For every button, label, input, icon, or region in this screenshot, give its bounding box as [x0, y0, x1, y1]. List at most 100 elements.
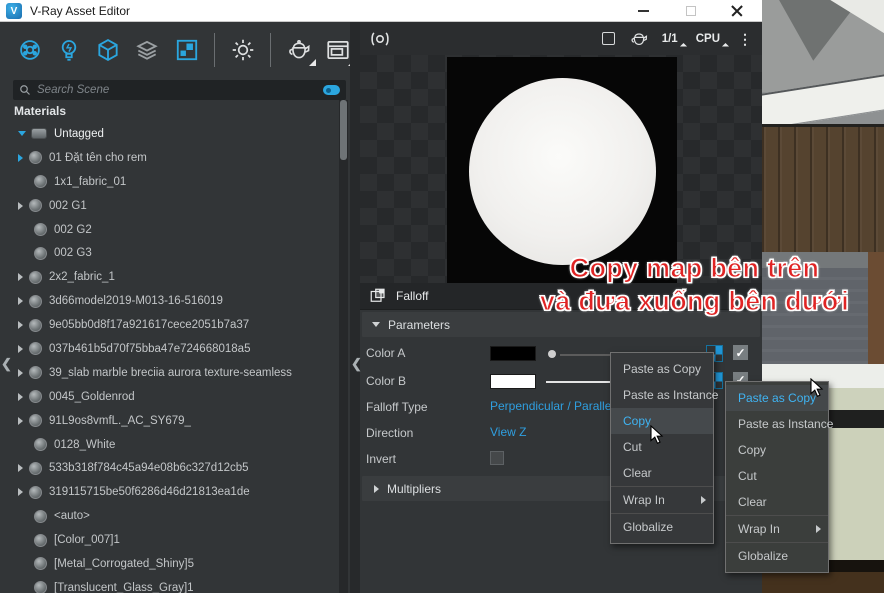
- material-row[interactable]: 39_slab marble breciia aurora texture-se…: [8, 361, 338, 385]
- search-input[interactable]: [31, 84, 323, 96]
- expander-down-icon[interactable]: [18, 131, 26, 136]
- close-icon: [731, 5, 743, 17]
- menu-item-label: Paste as Instance: [623, 388, 718, 402]
- material-row[interactable]: <auto>: [8, 504, 338, 528]
- material-row[interactable]: 9e05bb0d8f17a921617cece2051b7a37: [8, 313, 338, 337]
- scrollbar-thumb[interactable]: [340, 100, 347, 160]
- falloff-preview-swatch[interactable]: [447, 57, 677, 283]
- maximize-button[interactable]: [674, 0, 708, 22]
- menu-item-globalize[interactable]: Globalize: [726, 543, 828, 569]
- close-button[interactable]: [720, 0, 754, 22]
- settings-icon[interactable]: [229, 36, 256, 64]
- menu-item-wrap-in[interactable]: Wrap In: [611, 487, 713, 513]
- expander-right-icon[interactable]: [18, 202, 23, 210]
- material-row[interactable]: 037b461b5d70f75bba47e724668018a5: [8, 337, 338, 361]
- search-bar[interactable]: [13, 80, 346, 100]
- expander-right-icon: [374, 485, 379, 493]
- falloff-title: Falloff: [396, 289, 428, 303]
- material-row[interactable]: 533b318f784c45a94e08b6c327d12cb5: [8, 456, 338, 480]
- collapse-list-chevron-icon[interactable]: ❮: [351, 356, 362, 372]
- search-filter-toggle[interactable]: [323, 85, 340, 95]
- material-row[interactable]: 01 Đặt tên cho rem: [8, 146, 338, 170]
- collapse-left-chevron-icon[interactable]: ❮: [1, 356, 12, 372]
- material-row[interactable]: 3d66model2019-M013-16-516019: [8, 289, 338, 313]
- expander-right-icon[interactable]: [18, 393, 23, 401]
- menu-item-paste-as-instance[interactable]: Paste as Instance: [611, 382, 713, 408]
- material-name: 2x2_fabric_1: [49, 271, 115, 283]
- material-row[interactable]: 1x1_fabric_01: [8, 170, 338, 194]
- expander-right-icon[interactable]: [18, 154, 23, 162]
- expander-right-icon[interactable]: [18, 345, 23, 353]
- material-row[interactable]: 002 G3: [8, 241, 338, 265]
- expander-right-icon[interactable]: [18, 464, 23, 472]
- menu-item-clear[interactable]: Clear: [726, 489, 828, 515]
- color-a-slider-knob[interactable]: [548, 350, 556, 358]
- material-row[interactable]: 91L9os8vmfL._AC_SY679_: [8, 409, 338, 433]
- falloff-type-value[interactable]: Perpendicular / Parallel: [490, 399, 614, 413]
- material-row[interactable]: 2x2_fabric_1: [8, 265, 338, 289]
- sphere-icon: [34, 557, 47, 570]
- frame-buffer-icon[interactable]: [325, 36, 352, 64]
- invert-label: Invert: [366, 452, 396, 466]
- material-row[interactable]: [Translucent_Glass_Gray]1: [8, 576, 338, 593]
- panel-splitter[interactable]: [350, 22, 360, 593]
- material-name: 39_slab marble breciia aurora texture-se…: [49, 367, 292, 379]
- titlebar[interactable]: V V-Ray Asset Editor: [0, 0, 762, 22]
- layers-icon[interactable]: [134, 36, 161, 64]
- material-row[interactable]: 319115715be50f6286d46d21813ea1de: [8, 480, 338, 504]
- material-row[interactable]: 0128_White: [8, 433, 338, 457]
- expander-right-icon[interactable]: [18, 297, 23, 305]
- menu-item-paste-as-copy[interactable]: Paste as Copy: [611, 356, 713, 382]
- minimize-button[interactable]: [626, 0, 660, 22]
- material-row[interactable]: Untagged: [8, 122, 338, 146]
- lights-icon[interactable]: [55, 36, 82, 64]
- materials-scrollbar[interactable]: [339, 100, 348, 593]
- menu-item-paste-as-instance[interactable]: Paste as Instance: [726, 411, 828, 437]
- expander-right-icon[interactable]: [18, 321, 23, 329]
- sphere-icon: [29, 342, 42, 355]
- expander-right-icon[interactable]: [18, 273, 23, 281]
- window-title: V-Ray Asset Editor: [30, 4, 130, 18]
- preview-swatch-icon[interactable]: [602, 32, 615, 45]
- material-row[interactable]: 002 G1: [8, 194, 338, 218]
- color-b-swatch[interactable]: [490, 374, 536, 389]
- kebab-menu-icon[interactable]: ⋮: [738, 34, 752, 44]
- sphere-icon: [29, 414, 42, 427]
- context-menu-1: Paste as CopyPaste as InstanceCopyCutCle…: [610, 352, 714, 544]
- expander-right-icon[interactable]: [18, 488, 23, 496]
- color-a-checkbox[interactable]: ✓: [733, 345, 748, 360]
- menu-item-copy[interactable]: Copy: [726, 437, 828, 463]
- geometries-icon[interactable]: [95, 36, 122, 64]
- render-teapot-icon[interactable]: [285, 36, 312, 64]
- menu-item-label: Wrap In: [738, 522, 780, 536]
- color-a-swatch[interactable]: [490, 346, 536, 361]
- multipliers-label: Multipliers: [387, 482, 441, 496]
- materials-icon[interactable]: [16, 36, 43, 64]
- menu-item-wrap-in[interactable]: Wrap In: [726, 516, 828, 542]
- menu-item-label: Copy: [738, 443, 766, 457]
- track-mouse-icon[interactable]: [370, 31, 390, 47]
- material-row[interactable]: [Color_007]1: [8, 528, 338, 552]
- menu-item-clear[interactable]: Clear: [611, 460, 713, 486]
- material-row[interactable]: [Metal_Corrogated_Shiny]5: [8, 552, 338, 576]
- material-name: 002 G1: [49, 200, 87, 212]
- menu-item-label: Paste as Copy: [623, 362, 701, 376]
- material-row[interactable]: 0045_Goldenrod: [8, 385, 338, 409]
- falloff-preview-circle: [469, 78, 656, 265]
- material-name: 3d66model2019-M013-16-516019: [49, 295, 223, 307]
- render-device-selector[interactable]: CPU: [696, 33, 728, 45]
- menu-item-label: Clear: [738, 495, 767, 509]
- material-row[interactable]: 002 G2: [8, 218, 338, 242]
- menu-item-label: Globalize: [623, 520, 673, 534]
- sphere-icon: [29, 271, 42, 284]
- direction-value[interactable]: View Z: [490, 425, 526, 439]
- sphere-icon: [34, 534, 47, 547]
- invert-checkbox[interactable]: [490, 451, 504, 465]
- expander-right-icon[interactable]: [18, 417, 23, 425]
- preview-pages-selector[interactable]: 1/1: [662, 33, 686, 45]
- expander-right-icon[interactable]: [18, 369, 23, 377]
- render-teapot-icon[interactable]: [629, 30, 649, 48]
- menu-item-cut[interactable]: Cut: [726, 463, 828, 489]
- textures-icon[interactable]: [173, 36, 200, 64]
- menu-item-globalize[interactable]: Globalize: [611, 514, 713, 540]
